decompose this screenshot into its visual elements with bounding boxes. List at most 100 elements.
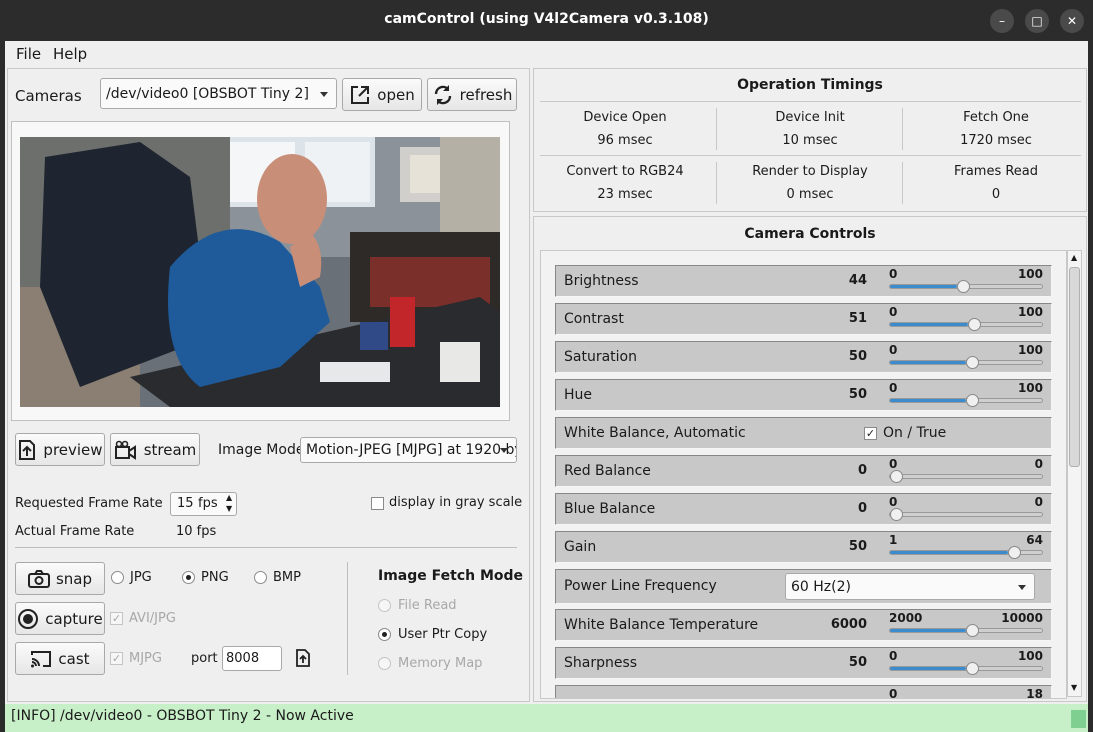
fetch-memory-map-option: Memory Map xyxy=(378,656,488,672)
open-label: open xyxy=(377,85,415,104)
snap-button[interactable]: snap xyxy=(15,562,105,595)
control-name: Contrast xyxy=(564,311,624,327)
frame-rate-spinbox[interactable]: 15 fps ▲ ▼ xyxy=(170,492,237,516)
port-apply-button[interactable] xyxy=(294,648,312,668)
slider-handle[interactable] xyxy=(1008,546,1022,559)
port-input[interactable]: 8008 xyxy=(222,646,282,671)
timing-fetch-one-label: Fetch One xyxy=(963,110,1029,125)
camera-preview-image xyxy=(20,137,500,407)
white-balance-auto-checkbox[interactable]: ✓ xyxy=(864,427,877,440)
close-button[interactable]: ✕ xyxy=(1060,9,1084,33)
power-line-select[interactable]: 60 Hz(2) xyxy=(785,573,1035,600)
cast-label: cast xyxy=(58,649,90,668)
control-value: 50 xyxy=(848,539,867,554)
scroll-up-icon[interactable]: ▲ xyxy=(1071,253,1077,262)
slider-track[interactable] xyxy=(889,356,1043,369)
scrollbar-thumb[interactable] xyxy=(1069,267,1080,467)
control-name: White Balance Temperature xyxy=(564,617,759,633)
slider-handle[interactable] xyxy=(967,318,981,331)
image-mode-select[interactable]: Motion-JPEG [MJPG] at 1920 by xyxy=(300,437,517,463)
slider-handle[interactable] xyxy=(966,662,979,675)
capture-button[interactable]: capture xyxy=(15,602,105,635)
snap-label: snap xyxy=(55,569,93,588)
scroll-down-icon[interactable]: ▼ xyxy=(1071,683,1077,692)
maximize-button[interactable]: □ xyxy=(1025,9,1049,33)
spin-up-icon[interactable]: ▲ xyxy=(226,493,232,503)
minimize-button[interactable]: – xyxy=(990,9,1014,33)
camera-select[interactable]: /dev/video0 [OBSBOT Tiny 2] xyxy=(100,78,337,109)
slider-fill xyxy=(890,323,968,326)
slider-handle[interactable] xyxy=(966,394,979,407)
slider-handle[interactable] xyxy=(966,624,979,637)
menu-file[interactable]: File xyxy=(16,45,41,63)
gray-scale-checkbox[interactable] xyxy=(371,497,384,510)
slider-handle[interactable] xyxy=(956,280,970,293)
slider-handle[interactable] xyxy=(966,356,979,369)
slider-track[interactable] xyxy=(889,318,1043,331)
menu-help[interactable]: Help xyxy=(53,45,87,63)
control-min: 2000 xyxy=(889,611,923,625)
control-value: 50 xyxy=(848,655,867,670)
record-icon xyxy=(17,608,39,630)
upload-icon xyxy=(294,648,312,668)
actual-frame-rate-value: 10 fps xyxy=(176,524,217,539)
window-titlebar[interactable]: camControl (using V4l2Camera v0.3.108) –… xyxy=(0,0,1093,41)
control-min: 0 xyxy=(889,457,898,471)
slider-track[interactable] xyxy=(889,280,1043,293)
stream-button[interactable]: stream xyxy=(110,433,200,466)
timing-device-open-value: 96 msec xyxy=(597,133,653,148)
slider-handle[interactable] xyxy=(890,470,903,483)
slider-track[interactable] xyxy=(889,662,1043,675)
timing-render-value: 0 msec xyxy=(786,187,834,202)
control-min: 1 xyxy=(889,533,898,547)
control-saturation: Saturation 50 0 100 xyxy=(555,341,1052,373)
controls-scrollbar[interactable]: ▲ ▼ xyxy=(1067,250,1082,697)
slider-track[interactable] xyxy=(889,470,1043,483)
slider-handle[interactable] xyxy=(890,508,903,521)
control-partial: 0 18 xyxy=(555,685,1052,698)
format-png-label: PNG xyxy=(201,570,229,585)
fetch-memory-map-radio xyxy=(378,657,391,670)
control-value: 6000 xyxy=(830,617,867,632)
preview-button[interactable]: preview xyxy=(15,433,105,466)
format-jpg-radio[interactable] xyxy=(111,571,124,584)
spin-down-icon[interactable]: ▼ xyxy=(226,504,232,514)
camera-select-value: /dev/video0 [OBSBOT Tiny 2] xyxy=(106,85,309,102)
chevron-down-icon xyxy=(1018,584,1026,590)
open-button[interactable]: open xyxy=(342,78,422,111)
status-text: [INFO] /dev/video0 - OBSBOT Tiny 2 - Now… xyxy=(11,708,354,724)
size-grip[interactable] xyxy=(1071,710,1086,728)
slider-track[interactable] xyxy=(889,508,1043,521)
control-min: 0 xyxy=(889,381,898,395)
control-max: 100 xyxy=(1017,343,1043,357)
fetch-user-ptr-label: User Ptr Copy xyxy=(398,627,488,642)
white-balance-auto-label: On / True xyxy=(883,425,947,441)
control-partial-clip: 0 18 xyxy=(555,685,1052,698)
control-white-balance-auto: White Balance, Automatic ✓ On / True xyxy=(555,417,1052,449)
cameras-label: Cameras xyxy=(15,87,82,105)
control-brightness: Brightness 44 0 100 xyxy=(555,265,1052,297)
slider-fill xyxy=(890,629,966,632)
format-png-radio[interactable] xyxy=(182,571,195,584)
mjpg-checkbox: ✓ xyxy=(110,652,123,665)
control-red-balance: Red Balance 0 0 0 xyxy=(555,455,1052,487)
control-max: 18 xyxy=(1026,687,1043,698)
control-max: 100 xyxy=(1017,649,1043,663)
avi-jpg-label: AVI/JPG xyxy=(129,611,176,626)
timing-frames-read-value: 0 xyxy=(991,187,1001,202)
control-name: Hue xyxy=(564,387,593,403)
cast-button[interactable]: cast xyxy=(15,642,105,675)
fetch-user-ptr-radio[interactable] xyxy=(378,628,391,641)
slider-track[interactable] xyxy=(889,624,1043,637)
preview-label: preview xyxy=(43,440,103,459)
refresh-button[interactable]: refresh xyxy=(427,78,517,111)
control-name: Red Balance xyxy=(564,463,651,479)
slider-track[interactable] xyxy=(889,394,1043,407)
divider xyxy=(716,162,717,204)
format-bmp-radio[interactable] xyxy=(254,571,267,584)
avi-jpg-option: ✓ AVI/JPG xyxy=(110,611,200,627)
control-name: Blue Balance xyxy=(564,501,656,517)
frame-rate-unit: fps xyxy=(198,496,218,511)
format-jpg-label: JPG xyxy=(130,570,152,585)
slider-track[interactable] xyxy=(889,546,1043,559)
